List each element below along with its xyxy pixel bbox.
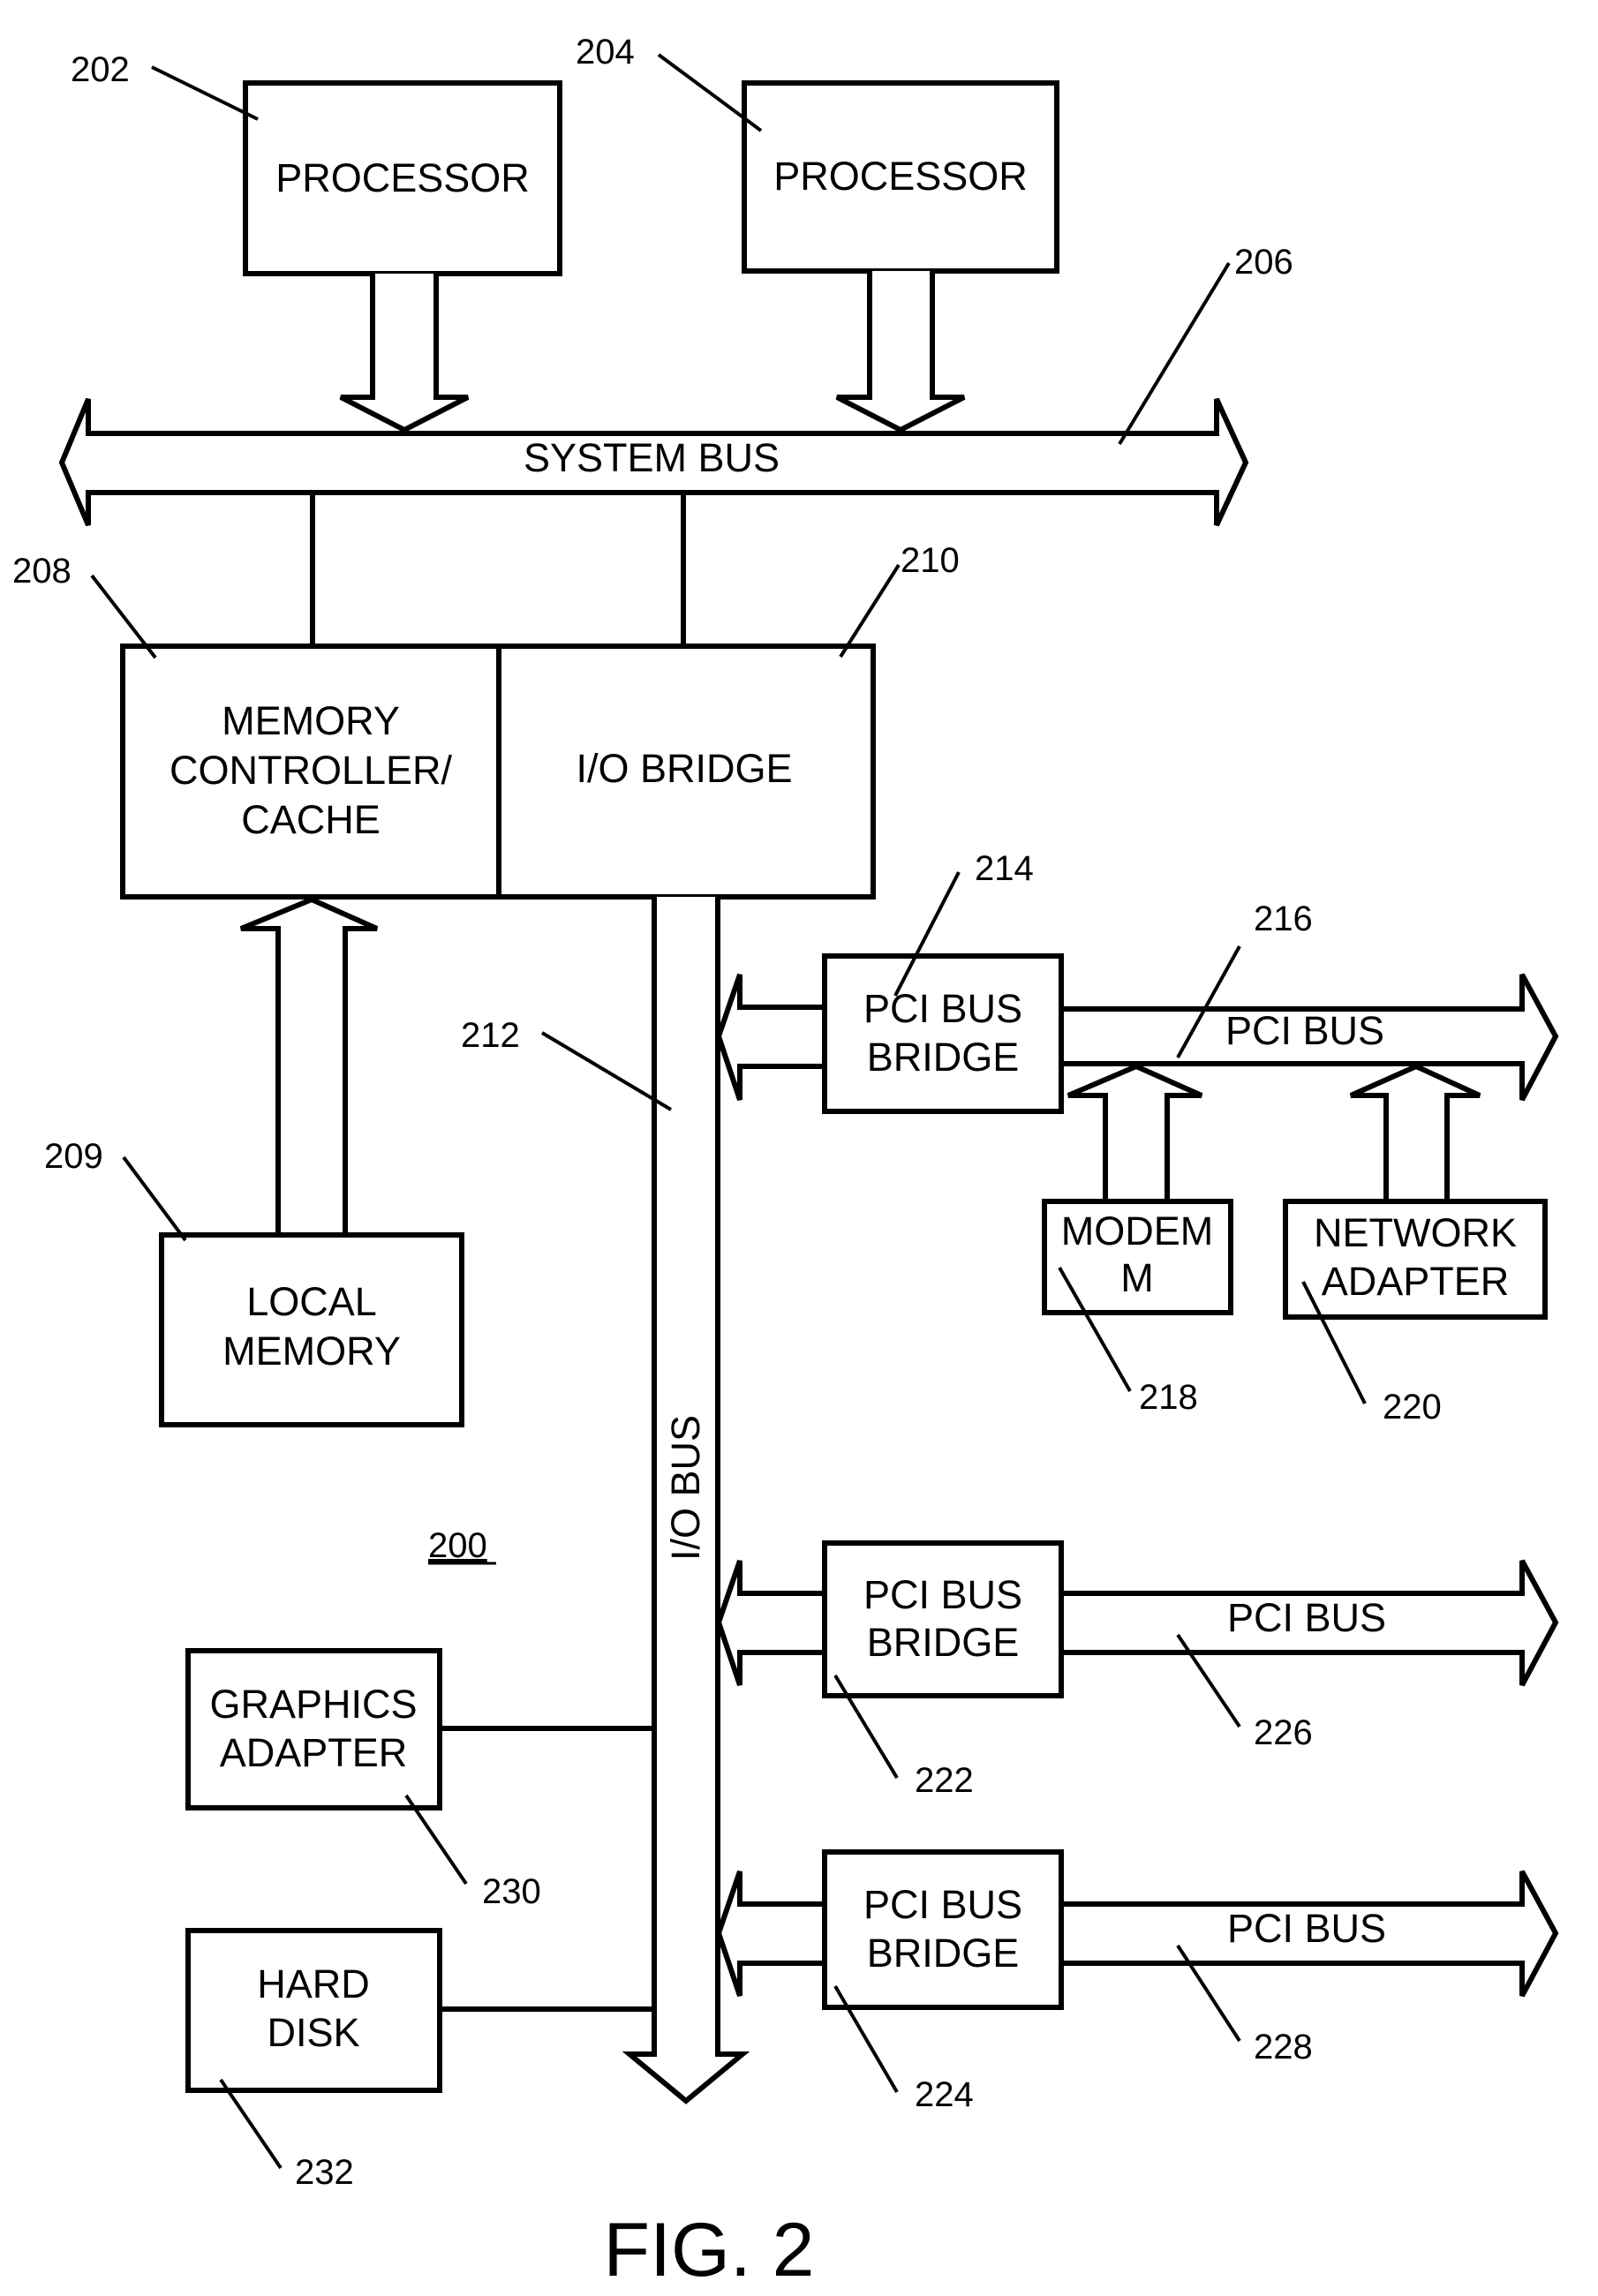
io-bus-label: I/O BUS xyxy=(663,1415,708,1561)
ref-204: 204 xyxy=(576,33,635,72)
ref-208: 208 xyxy=(12,552,72,591)
pci-bridge-214-line-2: BRIDGE xyxy=(867,1035,1020,1080)
processor-202[interactable]: PROCESSOR xyxy=(243,80,562,276)
io-bridge-210[interactable]: I/O BRIDGE xyxy=(496,644,876,900)
pci-bridge-214-box xyxy=(822,953,1064,1114)
system-ref-200: 200 xyxy=(428,1526,487,1565)
processor-204-bus-arrow xyxy=(835,271,966,433)
leader-209 xyxy=(122,1156,187,1242)
ref-224: 224 xyxy=(915,2075,974,2114)
network-adapter-arrow xyxy=(1349,1063,1481,1201)
ref-222: 222 xyxy=(915,1761,974,1800)
hard-disk-line-1: HARD xyxy=(257,1961,370,2006)
pci-bridge-224-line-2: BRIDGE xyxy=(867,1931,1020,1976)
io-bridge-label: I/O BRIDGE xyxy=(576,746,792,791)
graphics-adapter-box xyxy=(185,1648,442,1810)
ref-214: 214 xyxy=(975,849,1034,888)
ref-202: 202 xyxy=(71,50,130,89)
ref-206: 206 xyxy=(1234,243,1293,282)
processor-204-label: PROCESSOR xyxy=(773,154,1028,199)
figure-title: FIG. 2 xyxy=(604,2208,815,2292)
leader-206 xyxy=(1118,261,1231,446)
leader-210 xyxy=(839,563,901,659)
pci-bridge-222[interactable]: PCI BUS BRIDGE xyxy=(822,1540,1064,1698)
graphics-adapter-230[interactable]: GRAPHICS ADAPTER xyxy=(185,1648,442,1810)
hard-disk-line-2: DISK xyxy=(267,2010,359,2055)
pci-bridge-224-box xyxy=(822,1849,1064,2010)
system-bus-label: SYSTEM BUS xyxy=(524,435,780,480)
pci-bridge-222-io-link xyxy=(715,1560,825,1686)
pci-bridge-224-io-link xyxy=(715,1871,825,1997)
ref-212: 212 xyxy=(461,1016,520,1055)
pci-bridge-224-line-1: PCI BUS xyxy=(863,1882,1022,1927)
modem-arrow xyxy=(1067,1063,1203,1201)
pci-bus-228-label: PCI BUS xyxy=(1227,1906,1386,1951)
local-memory-arrow xyxy=(239,896,379,1235)
network-adapter-220[interactable]: NETWORK ADAPTER xyxy=(1283,1199,1548,1320)
pci-bridge-214-line-1: PCI BUS xyxy=(863,986,1022,1031)
pci-bridge-214[interactable]: PCI BUS BRIDGE xyxy=(822,953,1064,1114)
memory-controller-line-1: MEMORY xyxy=(222,698,400,743)
leader-202 xyxy=(151,65,259,121)
pci-bus-226-label: PCI BUS xyxy=(1227,1595,1386,1640)
processor-202-bus-arrow xyxy=(339,274,470,433)
ref-209: 209 xyxy=(44,1137,103,1176)
ref-232: 232 xyxy=(295,2153,354,2192)
ref-230: 230 xyxy=(482,1872,541,1911)
local-memory-line-2: MEMORY xyxy=(222,1329,401,1374)
ref-228: 228 xyxy=(1254,2028,1313,2066)
modem-line-2: M xyxy=(1120,1255,1154,1300)
hard-disk-232[interactable]: HARD DISK xyxy=(185,1928,442,2093)
network-adapter-line-1: NETWORK xyxy=(1314,1210,1517,1255)
pci-bus-216-label: PCI BUS xyxy=(1225,1008,1384,1053)
modem-218[interactable]: MODEM M xyxy=(1042,1199,1233,1315)
ref-218: 218 xyxy=(1139,1378,1198,1417)
graphics-adapter-line-1: GRAPHICS xyxy=(209,1682,417,1727)
ref-216: 216 xyxy=(1254,900,1313,938)
memory-controller-208[interactable]: MEMORY CONTROLLER/ CACHE xyxy=(120,644,501,900)
ref-220: 220 xyxy=(1383,1388,1442,1427)
processor-204[interactable]: PROCESSOR xyxy=(742,80,1059,274)
ref-210: 210 xyxy=(901,541,960,580)
block-diagram: PROCESSOR 202 PROCESSOR 204 SYSTEM BUS 2… xyxy=(12,33,1559,2292)
network-adapter-line-2: ADAPTER xyxy=(1322,1259,1510,1304)
modem-line-1: MODEM xyxy=(1061,1208,1214,1253)
graphics-adapter-line-2: ADAPTER xyxy=(220,1730,408,1775)
memory-controller-line-3: CACHE xyxy=(241,797,381,842)
pci-bridge-222-line-1: PCI BUS xyxy=(863,1572,1022,1617)
pci-bridge-224[interactable]: PCI BUS BRIDGE xyxy=(822,1849,1064,2010)
local-memory-line-1: LOCAL xyxy=(246,1279,377,1324)
memory-controller-line-2: CONTROLLER/ xyxy=(170,748,453,793)
ref-226: 226 xyxy=(1254,1713,1313,1752)
pci-bridge-214-io-link xyxy=(715,974,825,1101)
pci-bridge-222-line-2: BRIDGE xyxy=(867,1620,1020,1665)
local-memory-209[interactable]: LOCAL MEMORY xyxy=(159,1232,464,1427)
processor-202-label: PROCESSOR xyxy=(275,155,530,200)
